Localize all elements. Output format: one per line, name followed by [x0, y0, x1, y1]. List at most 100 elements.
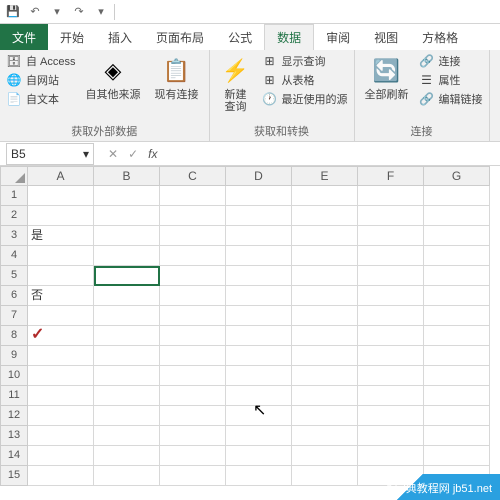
cell-D1[interactable] [226, 186, 292, 206]
cell-C13[interactable] [160, 426, 226, 446]
cell-F9[interactable] [358, 346, 424, 366]
cell-A15[interactable] [28, 466, 94, 486]
cell-E7[interactable] [292, 306, 358, 326]
cell-E1[interactable] [292, 186, 358, 206]
connections-button[interactable]: 🔗连接 [419, 53, 483, 69]
cell-A6[interactable]: 否 [28, 286, 94, 306]
cell-A1[interactable] [28, 186, 94, 206]
cell-F11[interactable] [358, 386, 424, 406]
cell-D15[interactable] [226, 466, 292, 486]
cell-G8[interactable] [424, 326, 490, 346]
cell-E14[interactable] [292, 446, 358, 466]
cell-D2[interactable] [226, 206, 292, 226]
cell-B11[interactable] [94, 386, 160, 406]
tab-home[interactable]: 开始 [48, 24, 96, 50]
cell-A8[interactable]: ✓ [28, 326, 94, 346]
cell-C6[interactable] [160, 286, 226, 306]
tab-file[interactable]: 文件 [0, 24, 48, 50]
new-query-button[interactable]: ⚡新建 查询 [216, 53, 256, 115]
cell-C8[interactable] [160, 326, 226, 346]
tab-insert[interactable]: 插入 [96, 24, 144, 50]
cell-F12[interactable] [358, 406, 424, 426]
row-header-3[interactable]: 3 [0, 226, 28, 246]
cell-E8[interactable] [292, 326, 358, 346]
row-header-14[interactable]: 14 [0, 446, 28, 466]
cell-A4[interactable] [28, 246, 94, 266]
edit-links-button[interactable]: 🔗编辑链接 [419, 91, 483, 107]
cell-F2[interactable] [358, 206, 424, 226]
cell-E6[interactable] [292, 286, 358, 306]
recent-sources-button[interactable]: 🕐最近使用的源 [262, 91, 348, 107]
cell-E3[interactable] [292, 226, 358, 246]
cell-A12[interactable] [28, 406, 94, 426]
row-header-2[interactable]: 2 [0, 206, 28, 226]
row-header-9[interactable]: 9 [0, 346, 28, 366]
row-header-11[interactable]: 11 [0, 386, 28, 406]
tab-view[interactable]: 视图 [362, 24, 410, 50]
cell-B14[interactable] [94, 446, 160, 466]
cell-C9[interactable] [160, 346, 226, 366]
cell-B9[interactable] [94, 346, 160, 366]
column-header-G[interactable]: G [424, 166, 490, 186]
cell-C15[interactable] [160, 466, 226, 486]
row-header-4[interactable]: 4 [0, 246, 28, 266]
cell-B15[interactable] [94, 466, 160, 486]
from-other-sources-button[interactable]: ◈自其他来源 [82, 53, 145, 103]
from-table-button[interactable]: ⊞从表格 [262, 72, 348, 88]
column-header-E[interactable]: E [292, 166, 358, 186]
cell-A3[interactable]: 是 [28, 226, 94, 246]
cell-B10[interactable] [94, 366, 160, 386]
cell-D3[interactable] [226, 226, 292, 246]
cell-A7[interactable] [28, 306, 94, 326]
cell-E12[interactable] [292, 406, 358, 426]
cancel-formula-icon[interactable]: ✕ [108, 147, 118, 161]
cell-C2[interactable] [160, 206, 226, 226]
cell-A14[interactable] [28, 446, 94, 466]
tab-design[interactable]: 方格格 [410, 24, 470, 50]
cell-C12[interactable] [160, 406, 226, 426]
tab-layout[interactable]: 页面布局 [144, 24, 216, 50]
cell-F14[interactable] [358, 446, 424, 466]
column-header-F[interactable]: F [358, 166, 424, 186]
cell-C14[interactable] [160, 446, 226, 466]
cell-D6[interactable] [226, 286, 292, 306]
cell-G13[interactable] [424, 426, 490, 446]
cell-G6[interactable] [424, 286, 490, 306]
row-header-10[interactable]: 10 [0, 366, 28, 386]
from-text-button[interactable]: 📄自文本 [6, 91, 76, 107]
cell-C4[interactable] [160, 246, 226, 266]
row-header-8[interactable]: 8 [0, 326, 28, 346]
cell-A10[interactable] [28, 366, 94, 386]
cell-D9[interactable] [226, 346, 292, 366]
row-header-1[interactable]: 1 [0, 186, 28, 206]
cell-B8[interactable] [94, 326, 160, 346]
from-access-button[interactable]: 🗄自 Access [6, 53, 76, 69]
cell-F3[interactable] [358, 226, 424, 246]
cell-B2[interactable] [94, 206, 160, 226]
cell-G2[interactable] [424, 206, 490, 226]
cell-B1[interactable] [94, 186, 160, 206]
cell-B13[interactable] [94, 426, 160, 446]
cell-C11[interactable] [160, 386, 226, 406]
cell-D5[interactable] [226, 266, 292, 286]
column-header-B[interactable]: B [94, 166, 160, 186]
properties-button[interactable]: ☰属性 [419, 72, 483, 88]
cell-C1[interactable] [160, 186, 226, 206]
cell-A2[interactable] [28, 206, 94, 226]
cell-C5[interactable] [160, 266, 226, 286]
cell-E2[interactable] [292, 206, 358, 226]
undo-dropdown-icon[interactable]: ▾ [48, 3, 66, 21]
from-web-button[interactable]: 🌐自网站 [6, 72, 76, 88]
show-queries-button[interactable]: ⊞显示查询 [262, 53, 348, 69]
cell-G12[interactable] [424, 406, 490, 426]
cell-G4[interactable] [424, 246, 490, 266]
cell-D7[interactable] [226, 306, 292, 326]
cell-F10[interactable] [358, 366, 424, 386]
cell-E15[interactable] [292, 466, 358, 486]
column-header-D[interactable]: D [226, 166, 292, 186]
cell-G1[interactable] [424, 186, 490, 206]
cell-B4[interactable] [94, 246, 160, 266]
confirm-formula-icon[interactable]: ✓ [128, 147, 138, 161]
cell-F5[interactable] [358, 266, 424, 286]
cell-E5[interactable] [292, 266, 358, 286]
